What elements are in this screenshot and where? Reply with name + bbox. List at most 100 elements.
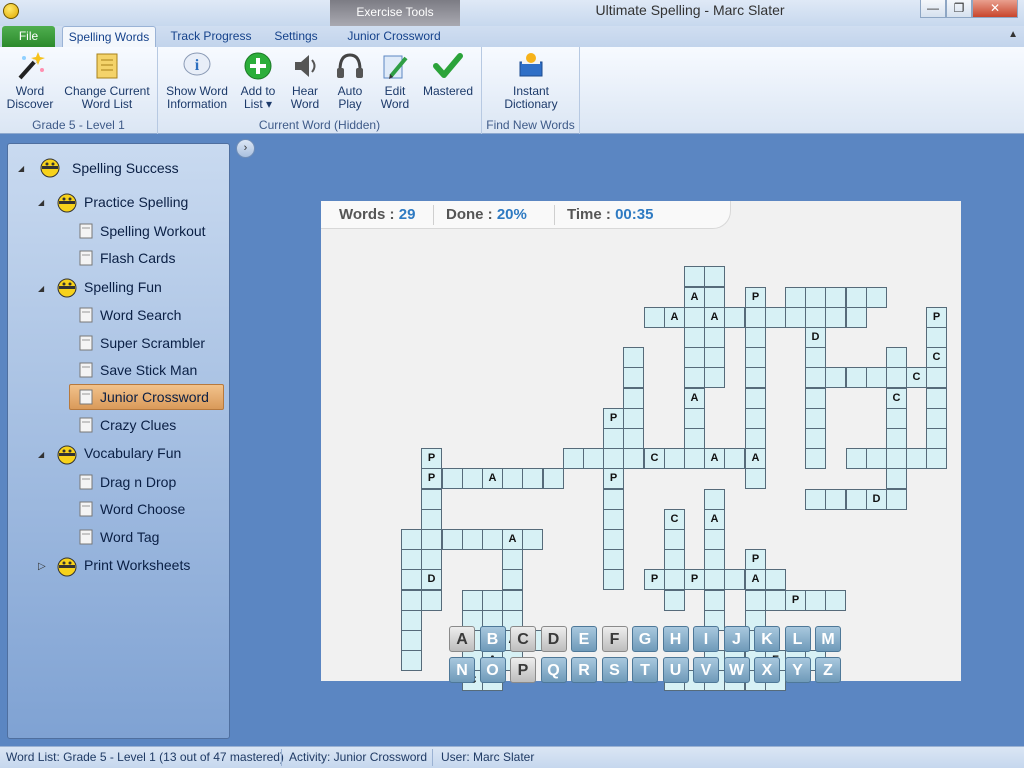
crossword-cell[interactable] — [401, 630, 422, 651]
crossword-cell[interactable] — [745, 388, 766, 409]
crossword-cell[interactable] — [745, 347, 766, 368]
crossword-cell[interactable] — [805, 408, 826, 429]
tree-item-word-tag[interactable]: Word Tag — [100, 526, 159, 548]
tree-collapsed-arrow-icon[interactable]: ▷ — [38, 561, 46, 572]
crossword-cell[interactable] — [805, 287, 826, 308]
tree-item-drag-n-drop[interactable]: Drag n Drop — [100, 471, 176, 493]
tree-item-crazy-clues[interactable]: Crazy Clues — [100, 414, 176, 436]
crossword-cell[interactable] — [664, 529, 685, 550]
crossword-cell[interactable] — [886, 448, 907, 469]
crossword-cell[interactable] — [926, 428, 947, 449]
crossword-cell[interactable] — [704, 367, 725, 388]
crossword-cell[interactable] — [745, 367, 766, 388]
letter-key-h[interactable]: H — [662, 626, 689, 652]
crossword-cell[interactable]: A — [704, 509, 725, 530]
crossword-cell[interactable] — [401, 569, 422, 590]
minimize-button[interactable]: — — [920, 0, 946, 18]
crossword-cell[interactable] — [704, 266, 725, 287]
crossword-cell[interactable] — [522, 529, 543, 550]
crossword-cell[interactable] — [805, 590, 826, 611]
crossword-cell[interactable] — [745, 428, 766, 449]
crossword-cell[interactable]: P — [745, 287, 766, 308]
letter-key-l[interactable]: L — [784, 626, 811, 652]
crossword-cell[interactable]: C — [926, 347, 947, 368]
change-word-list-button[interactable]: Change Current Word List — [62, 50, 152, 111]
crossword-cell[interactable] — [684, 428, 705, 449]
tree-item-super-scrambler[interactable]: Super Scrambler — [100, 332, 205, 354]
crossword-cell[interactable]: P — [421, 468, 442, 489]
crossword-cell[interactable] — [846, 287, 867, 308]
crossword-cell[interactable] — [502, 468, 523, 489]
crossword-cell[interactable] — [805, 428, 826, 449]
crossword-cell[interactable]: D — [866, 489, 887, 510]
crossword-cell[interactable] — [401, 650, 422, 671]
crossword-cell[interactable]: P — [603, 468, 624, 489]
crossword-cell[interactable]: A — [684, 287, 705, 308]
crossword-cell[interactable] — [462, 590, 483, 611]
crossword-cell[interactable] — [825, 489, 846, 510]
crossword-cell[interactable] — [603, 529, 624, 550]
crossword-cell[interactable]: A — [704, 448, 725, 469]
tree-item-word-choose[interactable]: Word Choose — [100, 498, 185, 520]
crossword-cell[interactable] — [926, 448, 947, 469]
tree-item-spelling-workout[interactable]: Spelling Workout — [100, 220, 206, 242]
crossword-cell[interactable] — [623, 367, 644, 388]
letter-key-g[interactable]: G — [632, 626, 658, 652]
crossword-cell[interactable] — [421, 590, 442, 611]
tree-expand-icon[interactable]: ◢ — [38, 450, 44, 459]
letter-key-y[interactable]: Y — [784, 657, 811, 683]
close-button[interactable]: ✕ — [972, 0, 1018, 18]
crossword-cell[interactable] — [563, 448, 584, 469]
crossword-cell[interactable] — [543, 468, 564, 489]
crossword-cell[interactable] — [886, 468, 907, 489]
crossword-cell[interactable] — [926, 388, 947, 409]
crossword-cell[interactable] — [825, 590, 846, 611]
letter-key-z[interactable]: Z — [815, 657, 841, 683]
letter-key-f[interactable]: F — [601, 626, 628, 652]
crossword-cell[interactable] — [603, 489, 624, 510]
crossword-cell[interactable] — [846, 489, 867, 510]
crossword-cell[interactable] — [664, 590, 685, 611]
crossword-cell[interactable] — [765, 590, 786, 611]
crossword-cell[interactable] — [926, 327, 947, 348]
tree-item-practice-spelling[interactable]: Practice Spelling — [84, 191, 188, 213]
crossword-cell[interactable] — [644, 307, 665, 328]
tree-item-spelling-fun[interactable]: Spelling Fun — [84, 276, 162, 298]
crossword-cell[interactable] — [805, 489, 826, 510]
auto-play-button[interactable]: Auto Play — [330, 50, 370, 111]
tree-item-print-worksheets[interactable]: Print Worksheets — [84, 554, 190, 576]
hear-word-button[interactable]: Hear Word — [284, 50, 326, 111]
crossword-cell[interactable] — [603, 448, 624, 469]
crossword-cell[interactable]: A — [664, 307, 685, 328]
tab-spelling-words[interactable]: Spelling Words — [62, 26, 156, 47]
collapse-sidebar-button[interactable]: › — [236, 139, 255, 158]
crossword-cell[interactable] — [623, 388, 644, 409]
crossword-cell[interactable] — [462, 529, 483, 550]
crossword-cell[interactable] — [623, 347, 644, 368]
crossword-cell[interactable] — [442, 529, 463, 550]
tab-track-progress[interactable]: Track Progress — [165, 26, 257, 47]
instant-dictionary-button[interactable]: Instant Dictionary — [494, 50, 568, 111]
tree-item-word-search[interactable]: Word Search — [100, 304, 181, 326]
crossword-cell[interactable] — [684, 307, 705, 328]
letter-key-p[interactable]: P — [510, 657, 536, 683]
crossword-cell[interactable] — [745, 307, 766, 328]
tab-settings[interactable]: Settings — [266, 26, 326, 47]
show-word-information-button[interactable]: i Show Word Information — [164, 50, 230, 111]
crossword-cell[interactable] — [421, 529, 442, 550]
crossword-cell[interactable] — [522, 468, 543, 489]
ribbon-collapse-icon[interactable]: ▲ — [1008, 29, 1018, 40]
crossword-cell[interactable] — [926, 408, 947, 429]
letter-key-d[interactable]: D — [540, 626, 567, 652]
letter-key-b[interactable]: B — [479, 626, 506, 652]
crossword-cell[interactable]: A — [745, 448, 766, 469]
letter-key-m[interactable]: M — [815, 626, 841, 652]
restore-button[interactable]: ❐ — [946, 0, 972, 18]
crossword-cell[interactable] — [765, 307, 786, 328]
crossword-cell[interactable] — [401, 529, 422, 550]
crossword-cell[interactable] — [664, 549, 685, 570]
crossword-cell[interactable] — [502, 590, 523, 611]
crossword-cell[interactable] — [704, 590, 725, 611]
crossword-cell[interactable] — [684, 408, 705, 429]
crossword-cell[interactable] — [603, 428, 624, 449]
